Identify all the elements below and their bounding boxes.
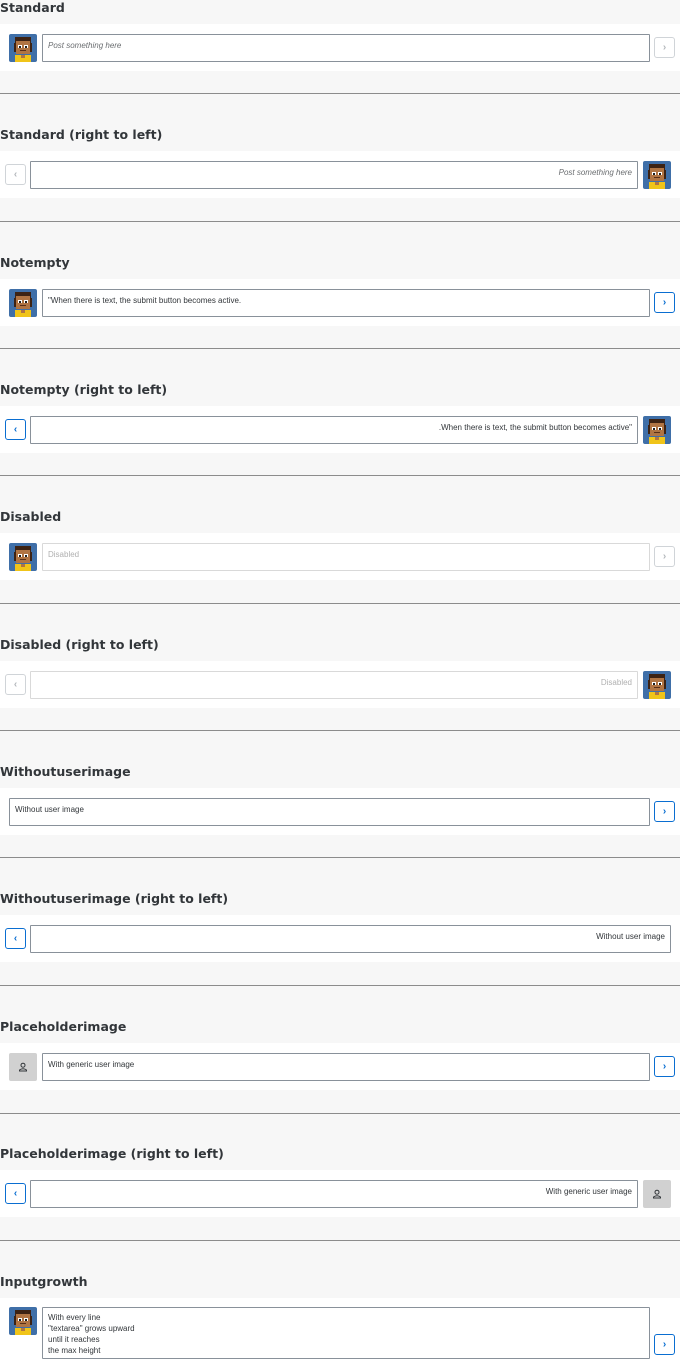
avatar-face-icon [9, 1307, 37, 1335]
divider [0, 857, 680, 858]
section-title: Standard (right to left) [0, 127, 163, 142]
section-title: Notempty [0, 255, 70, 270]
placeholder-text: Post something here [48, 41, 122, 50]
section-title: Disabled (right to left) [0, 637, 159, 652]
user-avatar [9, 1307, 37, 1335]
post-textarea: Disabled [30, 671, 638, 699]
divider [0, 221, 680, 222]
user-avatar [9, 289, 37, 317]
post-textarea[interactable]: With generic user image [30, 1180, 638, 1208]
divider [0, 603, 680, 604]
section-title: Standard [0, 0, 65, 15]
submit-button[interactable]: › [654, 37, 675, 58]
feed-input: ‹ Disabled [0, 661, 680, 708]
post-textarea[interactable]: Post something here [42, 34, 650, 62]
feed-input: With generic user image › [0, 1043, 680, 1090]
feed-input: ‹ Post something here [0, 151, 680, 198]
feed-input: Without user image › [0, 788, 680, 835]
divider [0, 730, 680, 731]
avatar-face-icon [9, 543, 37, 571]
feed-input: Disabled › [0, 533, 680, 580]
avatar-face-icon [643, 416, 671, 444]
avatar-face-icon [643, 671, 671, 699]
post-textarea[interactable]: With generic user image [42, 1053, 650, 1081]
post-textarea[interactable]: .When there is text, the submit button b… [30, 416, 638, 444]
section-withoutuserimage-rtl: Withoutuserimage (right to left) ‹ Witho… [0, 891, 680, 986]
submit-button[interactable]: › [654, 292, 675, 313]
submit-button[interactable]: ‹ [5, 1183, 26, 1204]
person-icon [653, 1189, 661, 1199]
submit-button[interactable]: ‹ [5, 928, 26, 949]
post-textarea[interactable]: Without user image [30, 925, 671, 953]
section-title: Placeholderimage [0, 1019, 127, 1034]
post-textarea[interactable]: Without user image [9, 798, 650, 826]
section-notempty: Notempty "When there is text, the submit… [0, 255, 680, 350]
section-standard-rtl: Standard (right to left) ‹ Post somethin… [0, 127, 680, 222]
divider [0, 93, 680, 94]
divider [0, 348, 680, 349]
section-title: Withoutuserimage [0, 764, 131, 779]
divider [0, 985, 680, 986]
feed-input: ‹ Without user image [0, 915, 680, 962]
section-disabled-rtl: Disabled (right to left) ‹ Disabled [0, 637, 680, 732]
section-title: Withoutuserimage (right to left) [0, 891, 229, 906]
generic-avatar [9, 1053, 37, 1081]
section-placeholderimage-rtl: Placeholderimage (right to left) ‹ With … [0, 1146, 680, 1241]
placeholder-text: Post something here [558, 168, 632, 177]
avatar-face-icon [9, 34, 37, 62]
divider [0, 1240, 680, 1241]
divider [0, 1113, 680, 1114]
section-withoutuserimage: Withoutuserimage Without user image › [0, 764, 680, 859]
person-icon [19, 1062, 27, 1072]
submit-button[interactable]: ‹ [5, 164, 26, 185]
section-disabled: Disabled Disabled › [0, 509, 680, 604]
feed-input: ‹ .When there is text, the submit button… [0, 406, 680, 453]
user-avatar [9, 543, 37, 571]
submit-button: ‹ [5, 674, 26, 695]
feed-input: "When there is text, the submit button b… [0, 279, 680, 326]
feed-input: With every line "textarea" grows upward … [0, 1298, 680, 1360]
submit-button[interactable]: › [654, 801, 675, 822]
post-textarea[interactable]: With every line "textarea" grows upward … [42, 1307, 650, 1359]
submit-button[interactable]: › [654, 1334, 675, 1355]
feed-input: ‹ With generic user image [0, 1170, 680, 1217]
avatar-face-icon [9, 289, 37, 317]
section-title: Disabled [0, 509, 62, 524]
avatar-face-icon [643, 161, 671, 189]
section-title: Inputgrowth [0, 1274, 88, 1289]
submit-button: › [654, 546, 675, 567]
divider [0, 475, 680, 476]
submit-button[interactable]: ‹ [5, 419, 26, 440]
section-placeholderimage: Placeholderimage With generic user image… [0, 1019, 680, 1114]
section-inputgrowth: Inputgrowth With every line "textarea" g… [0, 1274, 680, 1360]
feed-input: Post something here › [0, 24, 680, 71]
post-textarea[interactable]: "When there is text, the submit button b… [42, 289, 650, 317]
post-textarea[interactable]: Post something here [30, 161, 638, 189]
post-textarea: Disabled [42, 543, 650, 571]
generic-avatar [643, 1180, 671, 1208]
section-notempty-rtl: Notempty (right to left) ‹ .When there i… [0, 382, 680, 477]
section-standard: Standard Post something here › [0, 0, 680, 95]
section-title: Placeholderimage (right to left) [0, 1146, 224, 1161]
user-avatar [643, 416, 671, 444]
user-avatar [9, 34, 37, 62]
user-avatar [643, 671, 671, 699]
user-avatar [643, 161, 671, 189]
section-title: Notempty (right to left) [0, 382, 168, 397]
submit-button[interactable]: › [654, 1056, 675, 1077]
